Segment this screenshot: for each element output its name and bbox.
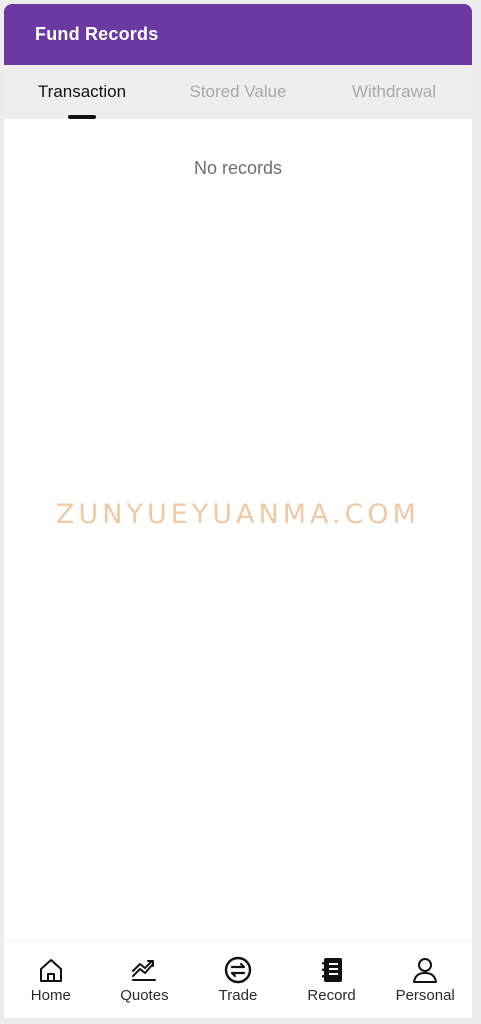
nav-label: Quotes	[120, 987, 169, 1004]
watermark: ZUNYUEYUANMA.COM	[56, 499, 420, 530]
chart-icon	[132, 960, 157, 981]
nav-home[interactable]: Home	[4, 941, 98, 1018]
records-list: No records ZUNYUEYUANMA.COM	[4, 119, 472, 941]
user-icon	[413, 958, 438, 983]
exchange-icon	[224, 956, 252, 984]
bottom-navigation: Home Quotes Trade Record Personal	[4, 940, 472, 1018]
tab-label: Stored Value	[189, 82, 287, 101]
empty-state-message: No records	[193, 158, 283, 178]
header-bar: Fund Records	[4, 4, 472, 65]
tab-label: Transaction	[37, 82, 127, 101]
tab-stored-value[interactable]: Stored Value	[160, 65, 316, 119]
tab-withdrawal[interactable]: Withdrawal	[316, 65, 472, 119]
nav-label: Personal	[395, 987, 455, 1004]
nav-label: Home	[30, 987, 71, 1004]
home-icon	[39, 959, 62, 982]
page-title: Fund Records	[35, 24, 159, 44]
nav-label: Trade	[218, 987, 258, 1004]
nav-trade[interactable]: Trade	[191, 941, 285, 1018]
nav-label: Record	[307, 987, 356, 1004]
app-screen: Fund Records Transaction Stored Value Wi…	[4, 4, 472, 1018]
nav-quotes[interactable]: Quotes	[98, 941, 192, 1018]
notebook-icon	[321, 958, 342, 982]
tab-transaction[interactable]: Transaction	[4, 65, 160, 119]
nav-personal[interactable]: Personal	[378, 941, 472, 1018]
tab-label: Withdrawal	[351, 82, 437, 101]
nav-record[interactable]: Record	[285, 941, 379, 1018]
tab-bar: Transaction Stored Value Withdrawal	[4, 65, 472, 119]
